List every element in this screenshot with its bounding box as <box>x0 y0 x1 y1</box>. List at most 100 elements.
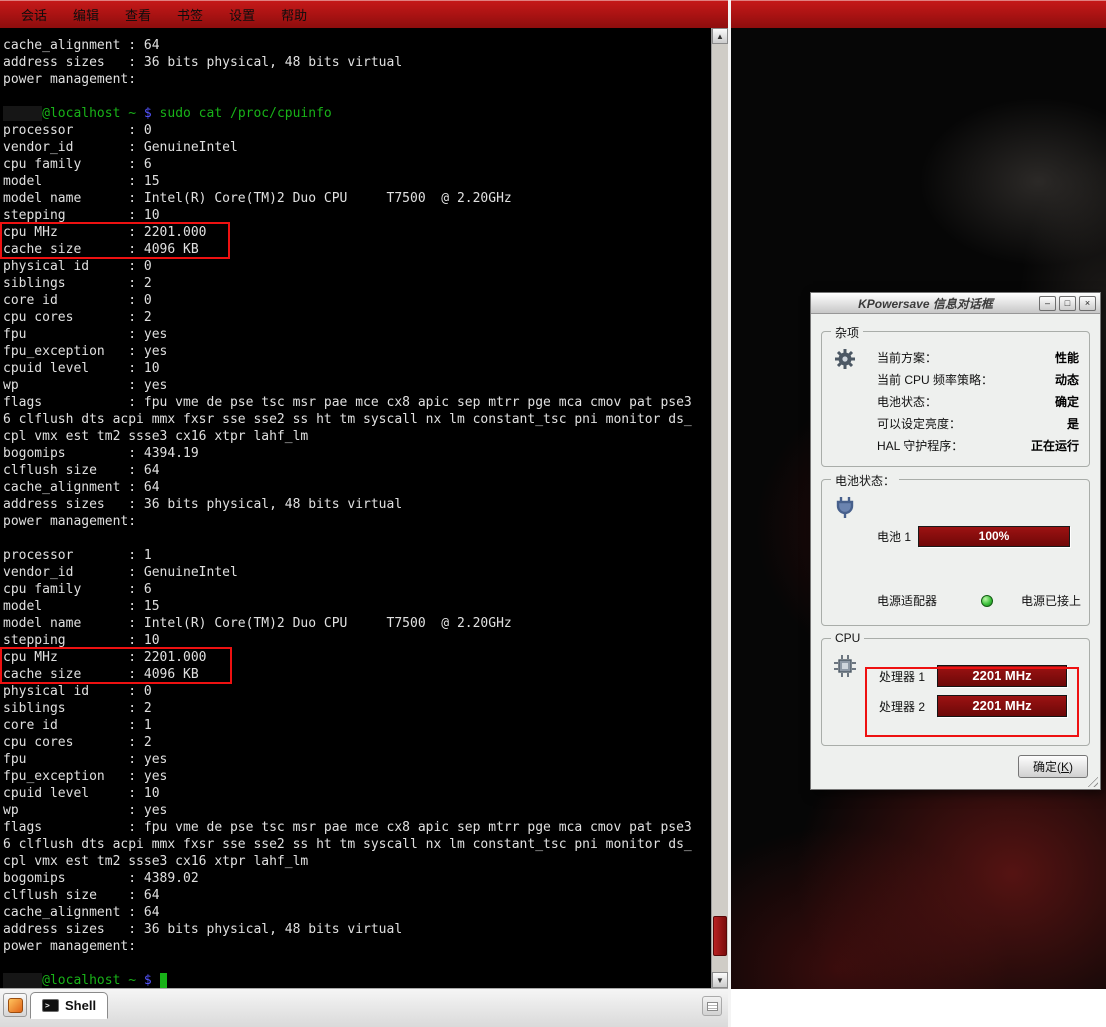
tab-list-button[interactable] <box>702 996 722 1016</box>
ok-button-accel: K <box>1061 760 1069 774</box>
terminal-line <box>3 530 692 547</box>
tab-bar: > Shell <box>0 988 728 1027</box>
scroll-down-icon[interactable]: ▼ <box>712 972 728 988</box>
terminal-line: power management: <box>3 71 692 88</box>
terminal-scrollbar[interactable]: ▲ ▼ <box>711 28 728 988</box>
terminal-line: processor : 1 <box>3 547 692 564</box>
maximize-icon[interactable]: □ <box>1059 296 1076 311</box>
misc-label: 可以设定亮度： <box>877 415 961 432</box>
terminal-line: vendor_id : GenuineIntel <box>3 564 692 581</box>
terminal-line: physical id : 0 <box>3 683 692 700</box>
terminal-output: cache_alignment : 64address sizes : 36 b… <box>3 37 692 989</box>
terminal-segment: $ <box>144 106 152 121</box>
terminal-line: address sizes : 36 bits physical, 48 bit… <box>3 496 692 513</box>
terminal-segment <box>136 973 144 988</box>
ok-button-text: 确定( <box>1033 758 1061 775</box>
terminal-line: 6 clflush dts acpi mmx fxsr sse sse2 ss … <box>3 836 692 853</box>
terminal-line: cache_alignment : 64 <box>3 479 692 496</box>
terminal-segment <box>3 973 42 988</box>
misc-rows: 当前方案： 性能 当前 CPU 频率策略： 动态 电池状态： 确定 可以设定亮度… <box>877 346 1079 456</box>
menu-bar: 会话 编辑 查看 书签 设置 帮助 <box>0 0 728 28</box>
misc-row-hal-daemon: HAL 守护程序： 正在运行 <box>877 434 1079 456</box>
terminal-line: cache_alignment : 64 <box>3 37 692 54</box>
misc-value: 正在运行 <box>1031 437 1079 454</box>
misc-row-scheme: 当前方案： 性能 <box>877 346 1079 368</box>
power-online-led-icon <box>981 595 993 607</box>
terminal-segment <box>136 106 144 121</box>
close-icon[interactable]: × <box>1079 296 1096 311</box>
scrollbar-thumb[interactable] <box>713 916 727 956</box>
menu-session[interactable]: 会话 <box>8 1 60 28</box>
group-battery: 电池状态： 电池 1 100% 电源适配器 电源已接上 <box>821 479 1090 626</box>
menu-edit[interactable]: 编辑 <box>60 1 112 28</box>
terminal-screen[interactable]: cache_alignment : 64address sizes : 36 b… <box>0 28 728 988</box>
terminal-line: core id : 0 <box>3 292 692 309</box>
terminal-line: cpu cores : 2 <box>3 734 692 751</box>
terminal-segment <box>3 106 42 121</box>
misc-label: 当前方案： <box>877 349 937 366</box>
ok-button[interactable]: 确定(K) <box>1018 755 1088 778</box>
battery-charge-bar: 100% <box>918 526 1070 547</box>
misc-row-cpu-policy: 当前 CPU 频率策略： 动态 <box>877 368 1079 390</box>
ok-button-text-close: ) <box>1069 760 1073 774</box>
terminal-icon: > <box>42 999 59 1012</box>
terminal-line: cpu cores : 2 <box>3 309 692 326</box>
terminal-cursor <box>160 973 168 988</box>
new-session-icon <box>8 998 23 1013</box>
terminal-line: processor : 0 <box>3 122 692 139</box>
adapter-label: 电源适配器 <box>877 592 961 609</box>
terminal-line: physical id : 0 <box>3 258 692 275</box>
adapter-row: 电源适配器 电源已接上 <box>877 592 1081 609</box>
menu-settings[interactable]: 设置 <box>216 1 268 28</box>
terminal-line: model name : Intel(R) Core(TM)2 Duo CPU … <box>3 615 692 632</box>
dialog-title: KPowersave 信息对话框 <box>815 295 1036 312</box>
terminal-line: model : 15 <box>3 173 692 190</box>
terminal-line: cpu family : 6 <box>3 156 692 173</box>
gear-icon <box>833 347 857 371</box>
misc-value: 是 <box>1067 415 1079 432</box>
group-cpu-title: CPU <box>831 631 864 645</box>
tab-shell[interactable]: > Shell <box>30 992 108 1019</box>
highlight-box-cpu-mhz-1 <box>0 222 230 259</box>
terminal-line: flags : fpu vme de pse tsc msr pae mce c… <box>3 819 692 836</box>
terminal-segment: @localhost ~ <box>42 973 136 988</box>
terminal-line: cpl vmx est tm2 ssse3 cx16 xtpr lahf_lm <box>3 853 692 870</box>
terminal-line <box>3 88 692 105</box>
background-window-titlebar <box>731 0 1106 28</box>
terminal-line: 6 clflush dts acpi mmx fxsr sse sse2 ss … <box>3 411 692 428</box>
terminal-line: cpu family : 6 <box>3 581 692 598</box>
terminal-line: cache_alignment : 64 <box>3 904 692 921</box>
terminal-line: flags : fpu vme de pse tsc msr pae mce c… <box>3 394 692 411</box>
terminal-segment: @localhost ~ <box>42 106 136 121</box>
highlight-box-cpu-mhz-2 <box>0 647 232 684</box>
highlight-box-cpu-bars <box>865 667 1079 737</box>
misc-value: 动态 <box>1055 371 1079 388</box>
dialog-titlebar[interactable]: KPowersave 信息对话框 – □ × <box>811 293 1100 314</box>
new-session-button[interactable] <box>3 993 27 1017</box>
group-battery-title: 电池状态： <box>831 472 899 489</box>
scroll-up-icon[interactable]: ▲ <box>712 28 728 44</box>
menu-help[interactable]: 帮助 <box>268 1 320 28</box>
terminal-line: fpu_exception : yes <box>3 768 692 785</box>
misc-label: 当前 CPU 频率策略： <box>877 371 993 388</box>
terminal-segment <box>152 106 160 121</box>
terminal-line: fpu : yes <box>3 751 692 768</box>
terminal-line: power management: <box>3 938 692 955</box>
power-plug-icon <box>833 495 857 519</box>
tab-label: Shell <box>65 998 96 1013</box>
terminal-segment: sudo cat /proc/cpuinfo <box>160 106 332 121</box>
terminal-line: cpuid level : 10 <box>3 360 692 377</box>
terminal-line: clflush size : 64 <box>3 887 692 904</box>
group-misc-title: 杂项 <box>831 324 863 341</box>
menu-bookmarks[interactable]: 书签 <box>164 1 216 28</box>
terminal-line: address sizes : 36 bits physical, 48 bit… <box>3 54 692 71</box>
terminal-line: address sizes : 36 bits physical, 48 bit… <box>3 921 692 938</box>
battery-label: 电池 1 <box>877 528 911 545</box>
desktop: 会话 编辑 查看 书签 设置 帮助 cache_alignment : 64ad… <box>0 0 1106 1027</box>
minimize-icon[interactable]: – <box>1039 296 1056 311</box>
menu-view[interactable]: 查看 <box>112 1 164 28</box>
kpowersave-dialog: KPowersave 信息对话框 – □ × 杂项 当前方案： <box>810 292 1101 790</box>
terminal-line: model : 15 <box>3 598 692 615</box>
terminal-line: @localhost ~ $ sudo cat /proc/cpuinfo <box>3 105 692 122</box>
terminal-line: bogomips : 4389.02 <box>3 870 692 887</box>
